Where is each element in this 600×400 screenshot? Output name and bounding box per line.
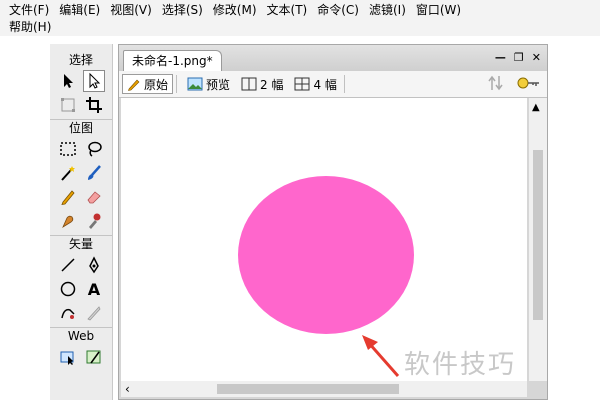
menu-bar: 文件(F) 编辑(E) 视图(V) 选择(S) 修改(M) 文本(T) 命令(C) 滤镜(I)…	[0, 0, 600, 36]
brush-tool-icon[interactable]	[83, 162, 105, 184]
horizontal-scroll-thumb[interactable]	[217, 384, 399, 394]
canvas-area[interactable]	[121, 98, 527, 381]
select-tools	[50, 70, 112, 116]
text-tool-glyph: A	[87, 279, 101, 299]
menu-item-row2-0[interactable]: 帮助(H)	[4, 19, 56, 35]
menu-item-row1-5[interactable]: 文本(T)	[262, 2, 313, 18]
menu-item-row1-3[interactable]: 选择(S)	[157, 2, 208, 18]
tools-section-bitmap-title: 位图	[50, 119, 112, 136]
pointer-tool-icon[interactable]	[57, 70, 79, 92]
magic-wand-icon[interactable]	[57, 162, 79, 184]
close-icon[interactable]: ✕	[532, 51, 541, 64]
scroll-left-icon[interactable]: ‹	[125, 381, 130, 397]
text-tool-icon[interactable]: A	[83, 278, 105, 300]
two-up-icon	[241, 77, 257, 91]
preview-button[interactable]: 预览	[183, 74, 234, 94]
export-arrows-icon[interactable]	[487, 74, 507, 92]
tools-section-select-title: 选择	[68, 53, 93, 67]
line-tool-icon[interactable]	[57, 254, 79, 276]
original-view-button[interactable]: 原始	[122, 74, 174, 94]
tools-section-web-title: Web	[50, 327, 112, 344]
preview-label: 预览	[206, 77, 231, 92]
rubber-stamp-icon[interactable]	[83, 210, 105, 232]
web-tools	[50, 346, 112, 368]
marquee-tool-icon[interactable]	[57, 138, 79, 160]
minimize-icon[interactable]: —	[495, 51, 506, 64]
tools-panel: 选择 位图 矢量 A Web	[50, 44, 113, 400]
watermark-text: 软件技巧	[404, 350, 517, 380]
scroll-up-icon[interactable]: ▲	[532, 102, 540, 113]
eraser-tool-icon[interactable]	[83, 186, 105, 208]
vector-tools: A	[50, 254, 112, 324]
original-view-label: 原始	[144, 77, 169, 92]
menu-item-row1-0[interactable]: 文件(F)	[4, 2, 54, 18]
toolbar-separator	[343, 75, 345, 93]
picture-icon	[187, 77, 203, 91]
window-controls: — ❐ ✕	[495, 51, 541, 64]
view-toolbar: 原始 预览 2 幅 4 幅	[119, 71, 547, 98]
toolbar-right-group	[487, 74, 541, 92]
two-up-label: 2 幅	[260, 77, 284, 92]
menu-row-1: 文件(F) 编辑(E) 视图(V) 选择(S) 修改(M) 文本(T) 命令(C) 滤镜(I)…	[4, 2, 466, 18]
document-tab[interactable]: 未命名-1.png*	[123, 50, 222, 72]
menu-item-row1-4[interactable]: 修改(M)	[208, 2, 262, 18]
menu-item-row1-8[interactable]: 窗口(W)	[411, 2, 466, 18]
menu-row-2: 帮助(H)	[4, 19, 56, 35]
pink-circle-shape[interactable]	[238, 176, 414, 334]
toolbar-separator	[176, 75, 178, 93]
lasso-tool-icon[interactable]	[83, 138, 105, 160]
freeform-tool-icon[interactable]	[57, 302, 79, 324]
menu-item-row1-7[interactable]: 滤镜(I)	[364, 2, 411, 18]
document-tab-bar: 未命名-1.png* — ❐ ✕	[119, 45, 547, 72]
crop-tool-icon[interactable]	[83, 94, 105, 116]
menu-item-row1-1[interactable]: 编辑(E)	[54, 2, 105, 18]
hotspot-tool-icon[interactable]	[57, 346, 79, 368]
four-up-label: 4 幅	[313, 77, 337, 92]
red-annotation-arrow	[362, 335, 400, 377]
four-up-icon	[294, 77, 310, 91]
pencil-tool-icon[interactable]	[57, 186, 79, 208]
ellipse-tool-icon[interactable]	[57, 278, 79, 300]
vertical-scrollbar[interactable]: ▲	[529, 98, 547, 381]
scale-tool-icon[interactable]	[57, 94, 79, 116]
four-up-button[interactable]: 4 幅	[290, 74, 340, 94]
pencil-icon	[128, 79, 140, 91]
subselection-tool-icon[interactable]	[83, 70, 105, 92]
restore-icon[interactable]: ❐	[514, 51, 524, 64]
menu-item-row1-6[interactable]: 命令(C)	[312, 2, 364, 18]
menu-item-row1-2[interactable]: 视图(V)	[105, 2, 157, 18]
horizontal-scrollbar[interactable]: ‹	[121, 381, 527, 397]
key-icon[interactable]	[517, 74, 541, 92]
two-up-button[interactable]: 2 幅	[237, 74, 287, 94]
blur-tool-icon[interactable]	[57, 210, 79, 232]
pen-tool-icon[interactable]	[83, 254, 105, 276]
bitmap-tools	[50, 138, 112, 232]
slice-tool-icon[interactable]	[83, 346, 105, 368]
tools-section-vector-title: 矢量	[50, 235, 112, 252]
knife-tool-icon[interactable]	[83, 302, 105, 324]
vertical-scroll-thumb[interactable]	[533, 150, 543, 320]
